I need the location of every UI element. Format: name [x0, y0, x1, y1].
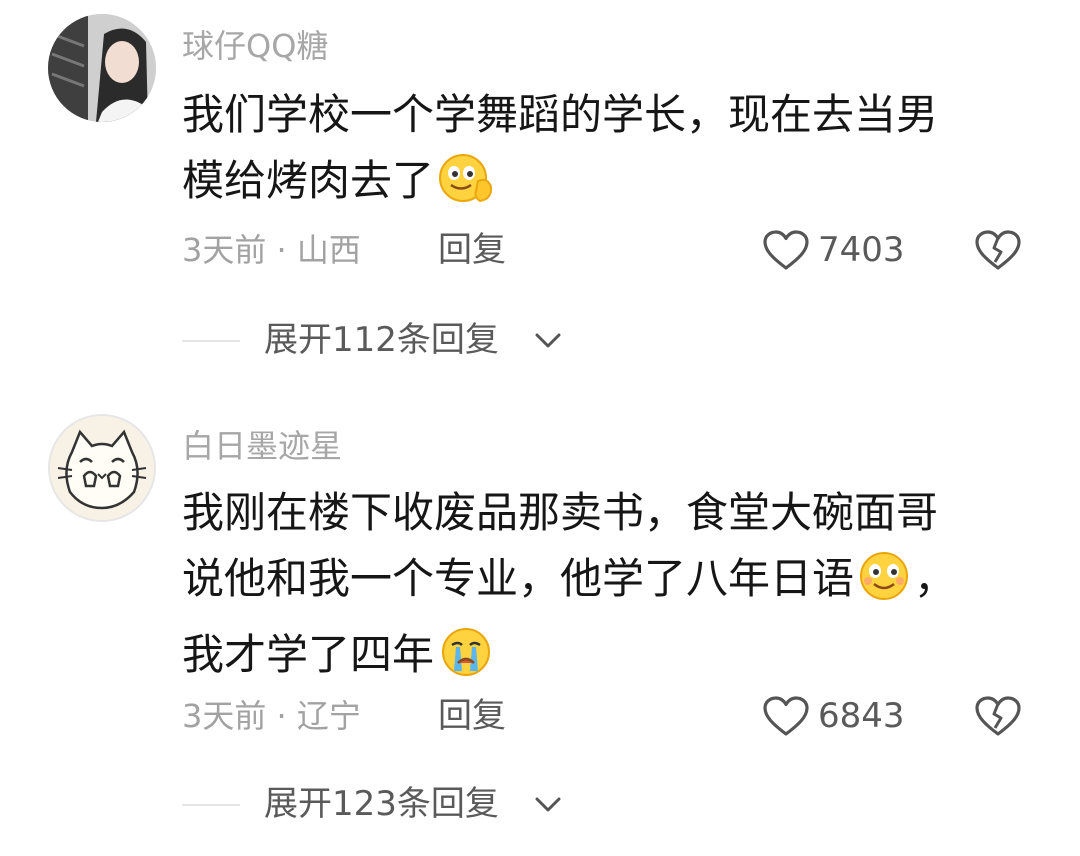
comment-line: 说他和我一个专业，他学了八年日语 — [182, 554, 855, 603]
broken-heart-icon[interactable] — [974, 694, 1022, 738]
expand-replies[interactable]: 展开123条回复 — [182, 782, 682, 826]
expand-replies[interactable]: 展开112条回复 — [182, 318, 682, 362]
heart-icon[interactable] — [762, 695, 810, 737]
comment-line: 我刚在楼下收废品那卖书，食堂大碗面哥 — [182, 488, 939, 537]
comment-item: 白日墨迹星 我刚在楼下收废品那卖书，食堂大碗面哥 说他和我一个专业，他学了八年日… — [0, 400, 1080, 856]
reply-button[interactable]: 回复 — [438, 230, 506, 270]
comment-line-wrapper: 我才学了四年 — [182, 622, 1012, 698]
comment-line-wrapper: 模给烤肉去了 — [182, 148, 1012, 224]
username[interactable]: 白日墨迹星 — [182, 424, 342, 468]
comment-line: 我才学了四年 — [182, 630, 435, 679]
like-count: 6843 — [818, 696, 905, 736]
divider — [182, 340, 240, 342]
smile-emoji-icon — [856, 549, 914, 622]
time-location: 3天前 · 山西 — [182, 231, 361, 269]
chevron-down-icon — [535, 333, 561, 348]
comment-line: 模给烤肉去了 — [182, 156, 435, 205]
comment-line-wrapper: 说他和我一个专业，他学了八年日语 ， — [182, 546, 1012, 622]
expand-replies-label: 展开112条回复 — [264, 320, 499, 360]
comment-text: 我刚在楼下收废品那卖书，食堂大碗面哥 说他和我一个专业，他学了八年日语 ， 我才… — [182, 480, 1012, 698]
avatar[interactable] — [48, 414, 156, 522]
heart-icon[interactable] — [762, 229, 810, 271]
comment-line: 我们学校一个学舞蹈的学长，现在去当男 — [182, 90, 939, 139]
reply-button[interactable]: 回复 — [438, 696, 506, 736]
username[interactable]: 球仔QQ糖 — [182, 24, 328, 68]
grinning-hand-emoji-icon — [436, 151, 496, 224]
comment-line: ， — [914, 554, 957, 603]
comment-text: 我们学校一个学舞蹈的学长，现在去当男 模给烤肉去了 — [182, 82, 1012, 224]
avatar-cat-drawing-icon — [50, 416, 154, 520]
crying-emoji-icon — [436, 625, 496, 698]
chevron-down-icon — [535, 797, 561, 812]
expand-replies-label: 展开123条回复 — [264, 784, 499, 824]
comment-item: 球仔QQ糖 我们学校一个学舞蹈的学长，现在去当男 模给烤肉去了 3天前 · 山西… — [0, 0, 1080, 400]
avatar-girl-photo-icon — [48, 14, 156, 122]
divider — [182, 804, 240, 806]
broken-heart-icon[interactable] — [974, 228, 1022, 272]
time-location: 3天前 · 辽宁 — [182, 697, 361, 735]
avatar[interactable] — [48, 14, 156, 122]
like-count: 7403 — [818, 230, 905, 270]
